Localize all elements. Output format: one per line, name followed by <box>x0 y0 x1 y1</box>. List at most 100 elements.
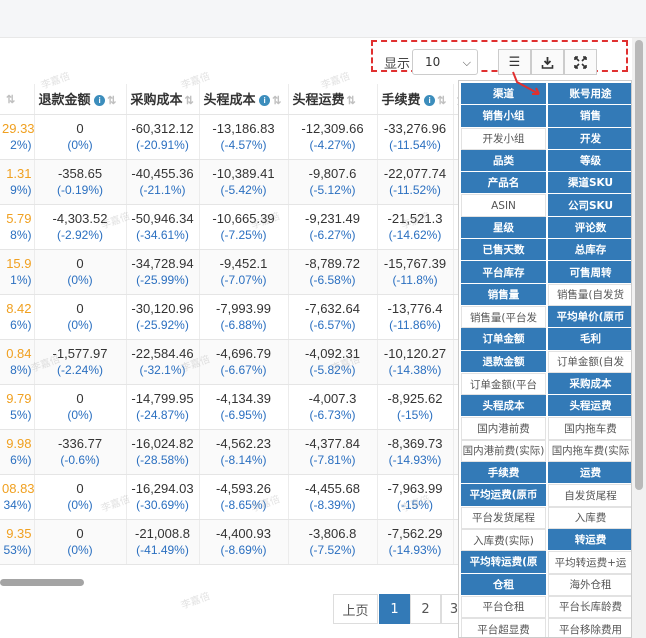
page-size-select[interactable]: 10 ⌵ <box>412 49 478 75</box>
column-toggle-item[interactable]: 头程成本 <box>461 395 546 418</box>
cell-value: -21,008.8 <box>135 525 190 541</box>
vertical-scrollbar-thumb[interactable] <box>635 40 643 490</box>
table-cell: -13,186.83 (-4.57%) <box>199 114 289 160</box>
column-toggle-item[interactable]: 平台移除费用 <box>548 618 631 637</box>
cell-value: -10,665.39 <box>212 210 275 226</box>
column-toggle-item[interactable]: 平台长库龄费 <box>548 595 631 619</box>
sort-icon[interactable]: ⇅ <box>6 94 15 106</box>
column-toggle-item[interactable]: 销售小组 <box>461 105 546 128</box>
column-header[interactable]: 头程成本 i ⇅ <box>199 84 289 115</box>
page-size-value: 10 <box>425 55 441 69</box>
column-toggle-item[interactable]: 平台超显费 <box>461 618 546 637</box>
column-toggle-item[interactable]: 产品名 <box>461 172 546 195</box>
column-toggle-item[interactable]: 等级 <box>548 149 631 173</box>
table-cell: 0 (0%) <box>34 474 127 520</box>
column-toggle-item[interactable]: 公司SKU <box>548 194 631 217</box>
column-toggle-item[interactable]: 品类 <box>461 149 546 173</box>
column-toggle-item[interactable]: 平均转运费(原 <box>461 551 546 574</box>
column-toggle-item[interactable]: 头程运费 <box>548 395 631 418</box>
table-cell: -30,120.96 (-25.92%) <box>126 294 200 340</box>
column-toggle-item[interactable]: ASIN <box>461 194 546 217</box>
column-toggle-item[interactable]: 已售天数 <box>461 239 546 262</box>
column-header[interactable]: 采购成本 ⇅ <box>126 84 200 115</box>
column-toggle-item[interactable]: 仓租 <box>461 573 546 596</box>
column-toggle-item[interactable]: 订单金额(自发 <box>548 350 631 373</box>
sort-icon[interactable]: ⇅ <box>437 95 446 107</box>
column-toggle-item[interactable]: 账号用途 <box>548 83 631 106</box>
table-cell: -358.65 (-0.19%) <box>34 159 127 205</box>
column-toggle-item[interactable]: 退款金额 <box>461 350 546 373</box>
column-toggle-item[interactable]: 国内拖车费(实际 <box>548 439 631 463</box>
column-toggle-item[interactable]: 转运费 <box>548 528 631 552</box>
column-toggle-item[interactable]: 销售量(自发货 <box>548 283 631 306</box>
column-toggle-item[interactable]: 星级 <box>461 216 546 240</box>
cell-value: -22,584.46 <box>131 345 194 361</box>
column-toggle-item[interactable]: 渠道SKU <box>548 172 631 195</box>
column-toggle-item[interactable]: 平台发货尾程 <box>461 506 546 529</box>
column-toggle-item[interactable]: 入库费 <box>548 506 631 529</box>
pagination-prev-button[interactable]: 上页 <box>333 594 378 624</box>
fullscreen-button[interactable] <box>564 49 597 75</box>
sort-icon[interactable]: ⇅ <box>347 95 356 107</box>
column-toggle-item[interactable]: 总库存 <box>548 239 631 262</box>
column-toggle-item[interactable]: 海外仓租 <box>548 573 631 596</box>
column-toggle-item[interactable]: 平均单价(原币 <box>548 305 631 329</box>
table-cell: 5.79 8%) <box>0 204 35 250</box>
column-header-label: 手续费 <box>381 92 421 108</box>
sort-icon[interactable]: ⇅ <box>185 95 194 107</box>
table-cell: -10,665.39 (-7.25%) <box>199 204 289 250</box>
column-toggle-item[interactable]: 自发货尾程 <box>548 484 631 507</box>
column-toggle-item[interactable]: 评论数 <box>548 216 631 240</box>
column-toggle-item[interactable]: 入库费(实际) <box>461 528 546 552</box>
column-toggle-item[interactable]: 国内拖车费 <box>548 417 631 440</box>
column-toggle-item[interactable]: 国内港前费(实际) <box>461 439 546 463</box>
cell-value: -4,377.84 <box>305 435 360 451</box>
table-cell: -10,120.27 (-14.38%) <box>377 339 454 385</box>
column-header[interactable]: ⇅ <box>0 84 35 115</box>
cell-value: -7,963.99 <box>387 480 443 496</box>
table-cell: -4,134.39 (-6.95%) <box>199 384 289 430</box>
sort-icon[interactable]: ⇅ <box>107 95 116 107</box>
column-toggle-item[interactable]: 采购成本 <box>548 372 631 396</box>
column-toggle-item[interactable]: 平均运费(原币 <box>461 484 546 507</box>
table-cell: -12,309.66 (-4.27%) <box>288 114 378 160</box>
column-toggle-item[interactable]: 开发 <box>548 127 631 150</box>
column-toggle-item[interactable]: 平台库存 <box>461 261 546 284</box>
column-toggle-item[interactable]: 平台仓租 <box>461 595 546 619</box>
data-table: ⇅退款金额 i⇅采购成本⇅头程成本 i⇅头程运费⇅手续费 i⇅运 29.332%… <box>0 84 461 565</box>
cell-percentage: (0%) <box>67 317 93 332</box>
column-toggle-item[interactable]: 订单金额 <box>461 328 546 351</box>
table-cell: 08.83 34%) <box>0 474 35 520</box>
info-icon[interactable]: i <box>424 95 436 107</box>
table-cell: -22,584.46 (-32.1%) <box>126 339 200 385</box>
column-header[interactable]: 头程运费 ⇅ <box>288 84 378 115</box>
column-toggle-item[interactable]: 手续费 <box>461 462 546 485</box>
column-toggle-item[interactable]: 可售周转 <box>548 261 631 284</box>
pagination-page-2[interactable]: 2 <box>410 594 441 624</box>
column-toggle-item[interactable]: 开发小组 <box>461 127 546 150</box>
info-icon[interactable]: i <box>94 95 106 107</box>
table-cell: -13,776.4 (-11.86%) <box>377 294 454 340</box>
cell-value: 1.31 <box>6 165 32 181</box>
info-icon[interactable]: i <box>259 95 271 107</box>
column-toggle-item[interactable]: 运费 <box>548 462 631 485</box>
cell-percentage: (-11.52%) <box>389 182 441 197</box>
horizontal-scrollbar[interactable] <box>0 579 84 586</box>
column-header[interactable]: 退款金额 i ⇅ <box>34 84 127 115</box>
cell-value: 0.84 <box>6 345 32 361</box>
column-toggle-item[interactable]: 订单金额(平台 <box>461 372 546 396</box>
pagination-page-1[interactable]: 1 <box>379 594 410 624</box>
cell-percentage: 1%) <box>10 272 32 287</box>
column-toggle-item[interactable]: 销售量(平台发 <box>461 305 546 329</box>
column-header[interactable]: 手续费 i ⇅ <box>377 84 454 115</box>
sort-icon[interactable]: ⇅ <box>272 95 281 107</box>
column-toggle-item[interactable]: 国内港前费 <box>461 417 546 440</box>
column-toggle-item[interactable]: 销售 <box>548 105 631 128</box>
cell-percentage: (-7.25%) <box>220 227 267 242</box>
column-toggle-item[interactable]: 销售量 <box>461 283 546 306</box>
table-cell: 0 (0%) <box>34 114 127 160</box>
column-toggle-item[interactable]: 毛利 <box>548 328 631 351</box>
cell-value: 0 <box>76 300 84 316</box>
column-toggle-item[interactable]: 平均转运费+运 <box>548 551 631 574</box>
cell-percentage: (-0.6%) <box>60 452 100 467</box>
